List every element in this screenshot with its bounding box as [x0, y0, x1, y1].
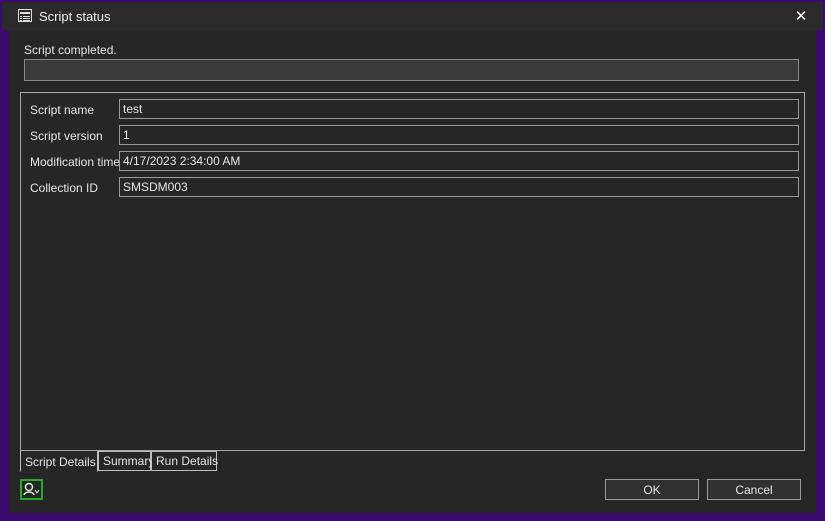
tab-summary[interactable]: Summary: [98, 451, 154, 471]
collection-id-field[interactable]: [119, 177, 799, 197]
close-button[interactable]: ✕: [779, 2, 823, 30]
script-version-label: Script version: [30, 129, 103, 143]
status-message: Script completed.: [24, 43, 117, 57]
script-details-panel: Script name Script version Modification …: [20, 92, 805, 451]
search-user-icon[interactable]: [20, 479, 43, 500]
script-version-field[interactable]: [119, 125, 799, 145]
collection-id-label: Collection ID: [30, 181, 99, 195]
modification-time-field[interactable]: [119, 151, 799, 171]
script-status-window: Script status ✕ Script completed. Script…: [0, 0, 825, 521]
dialog-client-area: Script completed. Script name Script ver…: [9, 30, 816, 513]
progress-fill: [25, 60, 798, 80]
cancel-button[interactable]: Cancel: [707, 479, 801, 500]
detail-row-script-name: Script name: [21, 99, 804, 119]
tab-run-details[interactable]: Run Details: [151, 451, 218, 471]
tab-script-details[interactable]: Script Details: [20, 451, 98, 472]
script-window-icon: [18, 9, 32, 22]
modification-time-label: Modification time: [30, 155, 121, 169]
progress-bar: [24, 59, 799, 81]
script-name-label: Script name: [30, 103, 95, 117]
detail-row-modification-time: Modification time: [21, 151, 804, 171]
detail-row-collection-id: Collection ID: [21, 177, 804, 197]
close-icon: ✕: [794, 8, 808, 25]
ok-button[interactable]: OK: [605, 479, 699, 500]
window-title: Script status: [39, 9, 111, 24]
script-name-field[interactable]: [119, 99, 799, 119]
detail-row-script-version: Script version: [21, 125, 804, 145]
title-bar[interactable]: Script status ✕: [2, 2, 823, 30]
